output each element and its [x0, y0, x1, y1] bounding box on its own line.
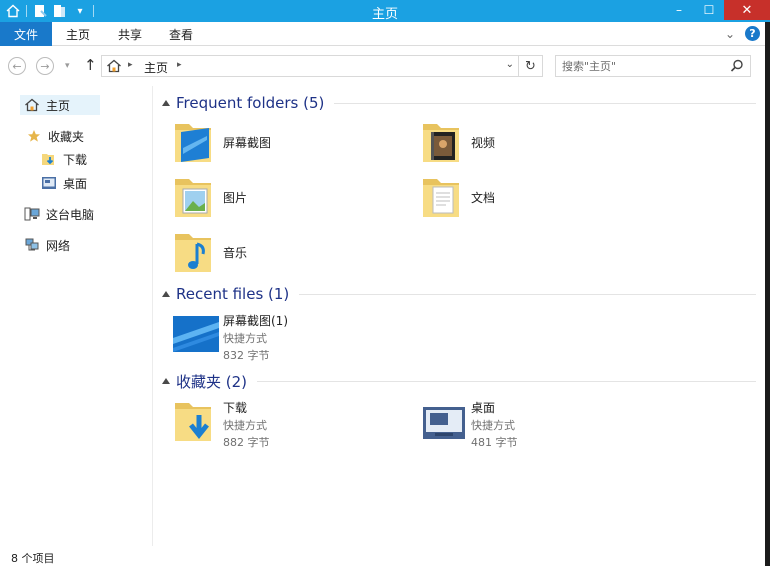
file-type: 快捷方式 [223, 332, 267, 345]
window-edge [765, 22, 770, 566]
collapse-triangle-icon[interactable] [162, 378, 170, 384]
window-title: 主页 [371, 7, 398, 22]
address-row: ← → ▾ ↑ ▸ 主页 ▸ ⌄ ↻ [0, 46, 770, 86]
sidebar-item-label: 桌面 [63, 176, 88, 191]
group-header-recent-files[interactable]: Recent files (1) [162, 284, 756, 304]
address-history-dropdown[interactable]: ⌄ [506, 59, 514, 70]
folder-tile[interactable]: 视频 [421, 118, 661, 168]
folder-name: 文档 [471, 191, 496, 205]
ribbon-controls: ⌄ ? [725, 26, 760, 41]
music-folder-icon [173, 228, 221, 276]
maximize-button[interactable]: ☐ [694, 0, 724, 20]
search-box [555, 55, 751, 77]
folder-name: 屏幕截图 [223, 136, 272, 150]
network-icon [24, 237, 40, 253]
breadcrumb-separator[interactable]: ▸ [128, 60, 133, 70]
sidebar-item-favorites[interactable]: 收藏夹 [22, 126, 90, 146]
window-controls: – ☐ ✕ [664, 0, 770, 22]
shortcut-size: 882 字节 [223, 436, 270, 449]
folder-tile[interactable]: 音乐 [173, 228, 413, 278]
screenshot-thumbnail-icon [173, 310, 221, 358]
sidebar-item-label: 这台电脑 [46, 207, 95, 222]
group-divider [257, 380, 756, 382]
sidebar-item-label: 收藏夹 [48, 129, 85, 144]
file-name: 屏幕截图(1) [223, 314, 288, 328]
sidebar-item-desktop[interactable]: 桌面 [37, 173, 93, 193]
refresh-button[interactable]: ↻ [518, 56, 542, 76]
status-bar: 8 个项目 [0, 546, 770, 566]
navigation-pane: 主页 收藏夹 下载 桌面 这台电脑 网络 [0, 86, 153, 546]
group-header-frequent-folders[interactable]: Frequent folders (5) [162, 93, 756, 113]
downloads-folder-icon [173, 397, 221, 445]
group-header-favorites[interactable]: 收藏夹 (2) [162, 371, 756, 391]
group-title: 收藏夹 (2) [176, 372, 248, 391]
folder-tile[interactable]: 图片 [173, 173, 413, 223]
folder-name: 视频 [471, 136, 496, 150]
shortcut-name: 桌面 [471, 401, 496, 415]
folder-tile[interactable]: 文档 [421, 173, 661, 223]
shortcut-tile[interactable]: 桌面 快捷方式 481 字节 [421, 397, 661, 449]
group-divider [334, 102, 756, 104]
tab-home[interactable]: 主页 [66, 22, 90, 46]
tab-file[interactable]: 文件 [0, 22, 52, 46]
sidebar-item-this-pc[interactable]: 这台电脑 [20, 204, 100, 224]
shortcut-name: 下载 [223, 401, 248, 415]
tab-share[interactable]: 共享 [118, 22, 142, 46]
expand-ribbon-button[interactable]: ⌄ [725, 27, 735, 41]
file-tile[interactable]: 屏幕截图(1) 快捷方式 832 字节 [173, 310, 413, 362]
sidebar-item-network[interactable]: 网络 [20, 235, 76, 255]
sidebar-item-label: 网络 [46, 238, 71, 253]
sidebar-item-label: 主页 [46, 98, 71, 113]
ribbon-tabs: 文件 主页 共享 查看 ⌄ ? [0, 22, 770, 46]
documents-folder-icon [421, 173, 469, 221]
content-pane: Frequent folders (5) 屏幕截图 视频 图片 文档 音乐 Re [153, 86, 770, 546]
computer-icon [24, 206, 40, 222]
close-button[interactable]: ✕ [724, 0, 770, 20]
recent-locations-button[interactable]: ▾ [65, 61, 70, 71]
back-button[interactable]: ← [8, 57, 26, 75]
breadcrumb-separator[interactable]: ▸ [177, 60, 182, 70]
group-divider [299, 293, 756, 295]
sidebar-item-home[interactable]: 主页 [20, 95, 100, 115]
up-button[interactable]: ↑ [84, 56, 97, 74]
downloads-icon [41, 151, 57, 167]
help-button[interactable]: ? [745, 26, 760, 41]
item-count: 8 个项目 [11, 552, 55, 565]
tab-view[interactable]: 查看 [169, 22, 193, 46]
minimize-button[interactable]: – [664, 0, 694, 20]
screenshots-folder-icon [173, 118, 221, 166]
search-icon[interactable] [730, 59, 744, 73]
shortcut-type: 快捷方式 [223, 419, 267, 432]
forward-button[interactable]: → [36, 57, 54, 75]
star-icon [26, 128, 42, 144]
folder-tile[interactable]: 屏幕截图 [173, 118, 413, 168]
group-title: Recent files (1) [176, 285, 290, 303]
shortcut-tile[interactable]: 下载 快捷方式 882 字节 [173, 397, 413, 449]
folder-name: 音乐 [223, 246, 248, 260]
pictures-folder-icon [173, 173, 221, 221]
shortcut-type: 快捷方式 [471, 419, 515, 432]
title-bar: ▾ 主页 – ☐ ✕ [0, 0, 770, 22]
sidebar-item-label: 下载 [63, 152, 88, 167]
shortcut-size: 481 字节 [471, 436, 518, 449]
search-input[interactable] [562, 57, 722, 75]
home-icon [24, 97, 40, 113]
collapse-triangle-icon[interactable] [162, 291, 170, 297]
collapse-triangle-icon[interactable] [162, 100, 170, 106]
sidebar-item-downloads[interactable]: 下载 [37, 149, 93, 169]
videos-folder-icon [421, 118, 469, 166]
group-title: Frequent folders (5) [176, 94, 325, 112]
desktop-shortcut-icon [421, 397, 469, 445]
desktop-icon [41, 175, 57, 191]
breadcrumb-home[interactable]: 主页 [144, 59, 168, 76]
address-bar[interactable]: ▸ 主页 ▸ ⌄ ↻ [101, 55, 543, 77]
folder-name: 图片 [223, 191, 248, 205]
file-size: 832 字节 [223, 349, 270, 362]
home-icon [106, 59, 122, 73]
